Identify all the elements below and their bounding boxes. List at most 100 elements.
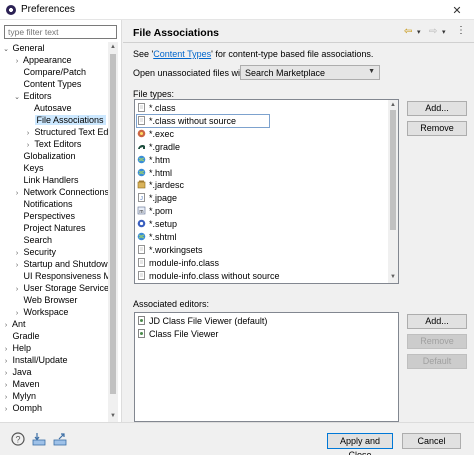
- file-type-item[interactable]: *.html: [137, 167, 172, 179]
- collapsed-chevron-icon[interactable]: ›: [2, 380, 10, 390]
- file-type-item[interactable]: *.gradle: [137, 141, 180, 153]
- back-arrow-icon[interactable]: ⇦: [404, 26, 412, 37]
- collapsed-chevron-icon[interactable]: ›: [13, 284, 21, 294]
- expanded-chevron-icon[interactable]: ⌄: [13, 92, 21, 102]
- import-icon[interactable]: [32, 432, 46, 446]
- tree-item[interactable]: Link Handlers: [0, 174, 108, 186]
- tree-item[interactable]: › Install/Update: [0, 354, 108, 366]
- tree-item[interactable]: Notifications: [0, 198, 108, 210]
- tree-item[interactable]: › Startup and Shutdown: [0, 258, 108, 270]
- remove-file-type-button[interactable]: Remove: [407, 121, 467, 136]
- file-type-item[interactable]: *.class without source: [136, 113, 270, 128]
- tree-item[interactable]: › User Storage Service: [0, 282, 108, 294]
- tree-item[interactable]: Autosave: [0, 102, 108, 114]
- collapsed-chevron-icon[interactable]: ›: [13, 56, 21, 66]
- apply-and-close-button[interactable]: Apply and Close: [327, 433, 393, 455]
- file-types-scrollbar[interactable]: ▲ ▼: [388, 100, 398, 283]
- add-file-type-button[interactable]: Add...: [407, 101, 467, 116]
- help-icon[interactable]: ?: [11, 432, 25, 446]
- collapsed-chevron-icon[interactable]: ›: [2, 320, 10, 330]
- tree-item[interactable]: › Text Editors: [0, 138, 108, 150]
- content-types-link[interactable]: Content Types: [153, 49, 211, 59]
- file-type-item[interactable]: *.class: [137, 102, 176, 114]
- open-unassociated-select[interactable]: Search Marketplace ▼: [240, 65, 380, 80]
- file-type-item[interactable]: module-info.class: [137, 257, 219, 269]
- window-close-button[interactable]: ✕: [440, 0, 474, 20]
- forward-menu-chevron-icon[interactable]: ▾: [442, 28, 446, 36]
- jpage-icon: J: [137, 193, 146, 202]
- tree-item[interactable]: › Java: [0, 366, 108, 378]
- collapsed-chevron-icon[interactable]: ›: [2, 356, 10, 366]
- tree-item[interactable]: › Security: [0, 246, 108, 258]
- filter-input[interactable]: [4, 25, 117, 39]
- chevron-down-icon: ▼: [368, 68, 375, 75]
- tree-item[interactable]: Search: [0, 234, 108, 246]
- file-type-item[interactable]: *.setup: [137, 218, 177, 230]
- collapsed-chevron-icon[interactable]: ›: [2, 404, 10, 414]
- tree-item[interactable]: Compare/Patch: [0, 66, 108, 78]
- editor-item[interactable]: JD Class File Viewer (default): [137, 315, 267, 327]
- tree-item[interactable]: Project Natures: [0, 222, 108, 234]
- file-types-list[interactable]: ▲ ▼ *.class *.class without source *.exec *…: [134, 99, 399, 284]
- back-menu-chevron-icon[interactable]: ▾: [417, 28, 421, 36]
- scroll-thumb[interactable]: [110, 54, 116, 394]
- cancel-button[interactable]: Cancel: [402, 433, 461, 449]
- file-type-item[interactable]: *.workingsets: [137, 244, 203, 256]
- tree-item[interactable]: File Associations: [0, 114, 108, 126]
- tree-scrollbar[interactable]: ▲ ▼: [108, 42, 118, 422]
- tree-item[interactable]: › Oomph: [0, 402, 108, 414]
- collapsed-chevron-icon[interactable]: ›: [24, 140, 32, 150]
- collapsed-chevron-icon[interactable]: ›: [2, 368, 10, 378]
- expanded-chevron-icon[interactable]: ⌄: [2, 44, 10, 54]
- remove-editor-button[interactable]: Remove: [407, 334, 467, 349]
- tree-item[interactable]: › Ant: [0, 318, 108, 330]
- associated-editors-list[interactable]: JD Class File Viewer (default) Class File…: [134, 312, 399, 422]
- file-type-item[interactable]: *.htm: [137, 154, 170, 166]
- scroll-thumb[interactable]: [390, 110, 396, 230]
- file-type-item[interactable]: m *.pom: [137, 205, 173, 217]
- tree-item[interactable]: Web Browser: [0, 294, 108, 306]
- file-type-item[interactable]: *.jardesc: [137, 179, 184, 191]
- collapsed-chevron-icon[interactable]: ›: [2, 344, 10, 354]
- collapsed-chevron-icon[interactable]: ›: [13, 248, 21, 258]
- scroll-down-icon[interactable]: ▼: [389, 273, 397, 281]
- tree-item[interactable]: UI Responsiveness Monitoring: [0, 270, 108, 282]
- scroll-up-icon[interactable]: ▲: [389, 101, 397, 109]
- tree-item[interactable]: ⌄ General: [0, 42, 108, 54]
- tree-item-label: Notifications: [23, 199, 73, 209]
- editor-item[interactable]: Class File Viewer: [137, 328, 218, 340]
- tree-item[interactable]: Globalization: [0, 150, 108, 162]
- tree-item[interactable]: › Workspace: [0, 306, 108, 318]
- collapsed-chevron-icon[interactable]: ›: [13, 308, 21, 318]
- export-icon[interactable]: [53, 432, 67, 446]
- default-editor-button[interactable]: Default: [407, 354, 467, 369]
- tree-item-label: File Associations: [34, 115, 106, 125]
- tree-item[interactable]: Gradle: [0, 330, 108, 342]
- tree-item[interactable]: › Maven: [0, 378, 108, 390]
- globe-icon: [137, 155, 146, 164]
- file-type-item[interactable]: module-info.class without source: [137, 270, 280, 282]
- collapsed-chevron-icon[interactable]: ›: [2, 392, 10, 402]
- scroll-up-icon[interactable]: ▲: [109, 43, 117, 51]
- tree-item[interactable]: › Structured Text Ed: [0, 126, 108, 138]
- tree-item[interactable]: Perspectives: [0, 210, 108, 222]
- file-type-item[interactable]: *.shtml: [137, 231, 177, 243]
- tree-item[interactable]: Content Types: [0, 78, 108, 90]
- collapsed-chevron-icon[interactable]: ›: [13, 260, 21, 270]
- tree-item[interactable]: › Mylyn: [0, 390, 108, 402]
- collapsed-chevron-icon[interactable]: ›: [13, 188, 21, 198]
- forward-arrow-icon[interactable]: ⇨: [429, 26, 437, 37]
- file-associations-page: File Associations ⇦ ▾ ⇨ ▾ ⋮ See 'Content…: [123, 20, 474, 422]
- tree-item[interactable]: ⌄ Editors: [0, 90, 108, 102]
- view-menu-icon[interactable]: ⋮: [456, 25, 466, 36]
- file-type-item[interactable]: *.exec: [137, 128, 174, 140]
- tree-item[interactable]: › Help: [0, 342, 108, 354]
- history-nav: ⇦ ▾ ⇨ ▾ ⋮: [404, 25, 466, 38]
- add-editor-button[interactable]: Add...: [407, 314, 467, 329]
- scroll-down-icon[interactable]: ▼: [109, 412, 117, 420]
- collapsed-chevron-icon[interactable]: ›: [24, 128, 32, 138]
- file-type-item[interactable]: J *.jpage: [137, 192, 177, 204]
- tree-item[interactable]: › Network Connections: [0, 186, 108, 198]
- tree-item[interactable]: › Appearance: [0, 54, 108, 66]
- tree-item[interactable]: Keys: [0, 162, 108, 174]
